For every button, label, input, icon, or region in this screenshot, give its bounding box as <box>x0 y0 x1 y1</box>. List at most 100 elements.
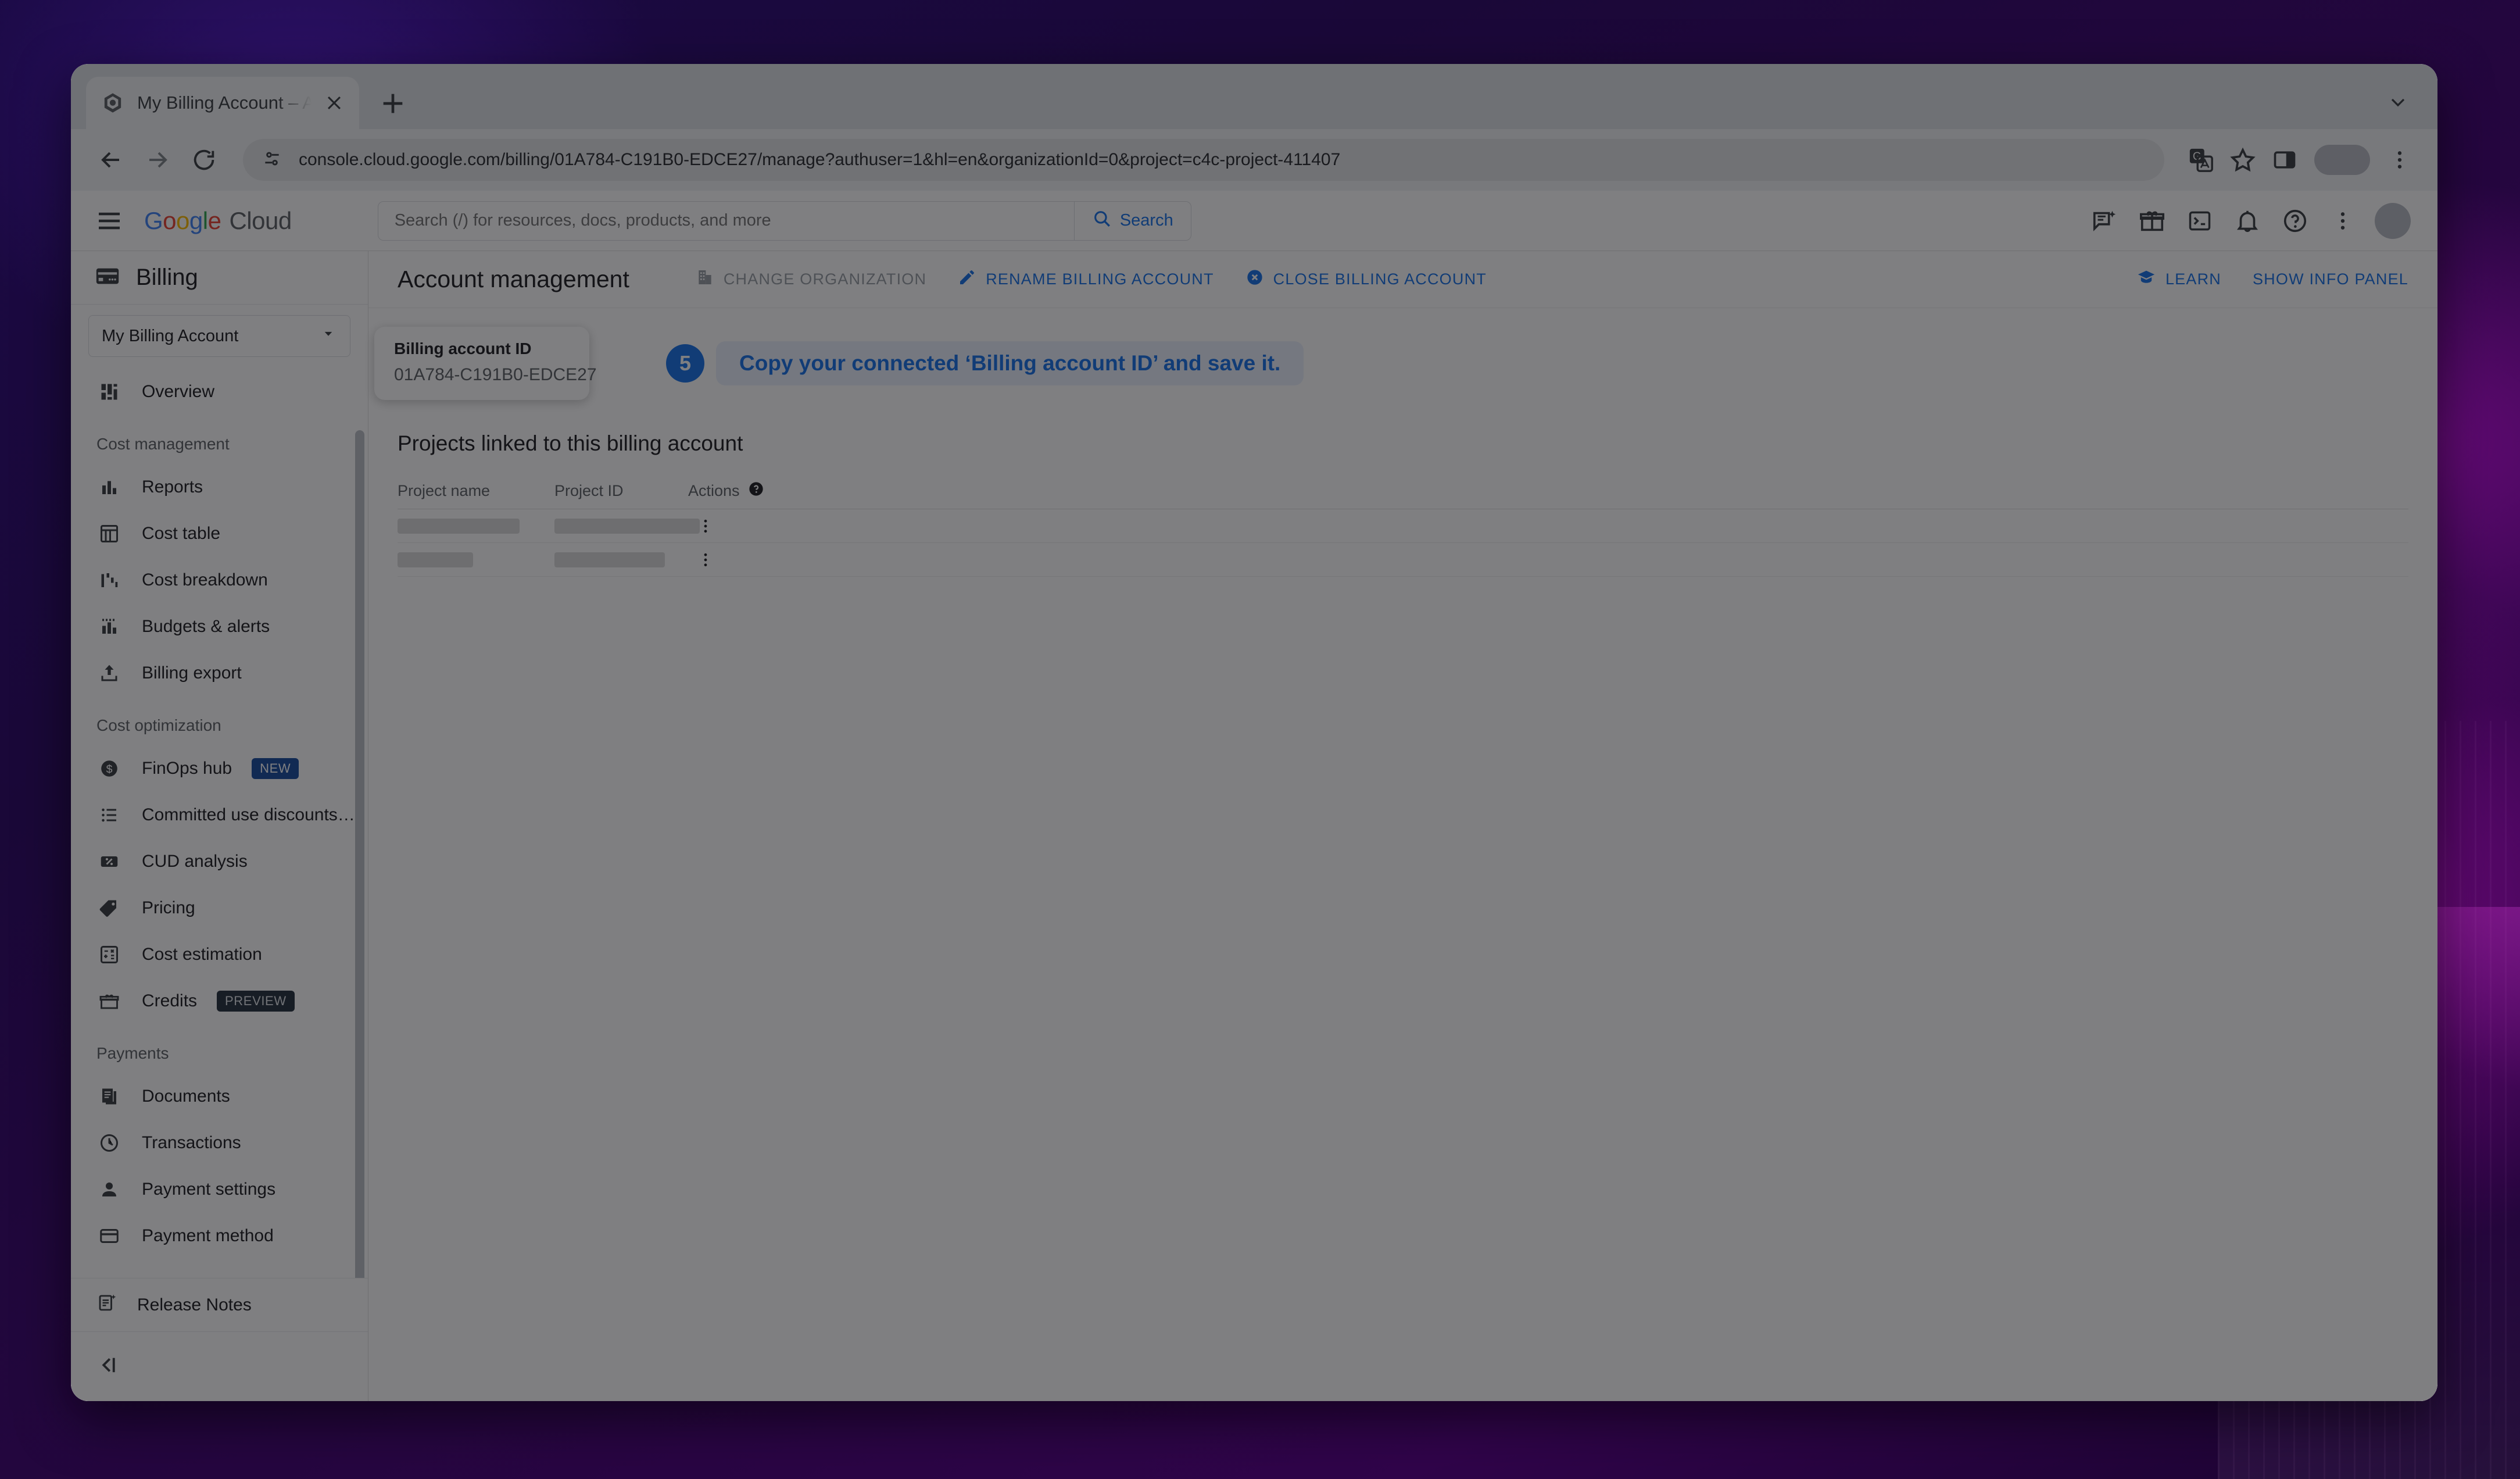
sidebar-item-documents[interactable]: Documents <box>71 1073 368 1120</box>
translate-icon[interactable]: G <box>2183 142 2219 178</box>
logo-letter-o1: o <box>163 206 177 234</box>
tag-icon <box>96 895 122 921</box>
status-badge-preview: PREVIEW <box>217 991 295 1012</box>
status-badge-new: NEW <box>252 758 299 779</box>
billing-account-select[interactable]: My Billing Account <box>88 315 350 357</box>
main-toolbar: Account management CHANGE ORGANIZATION R… <box>368 251 2437 308</box>
sidebar-item-cud-analysis[interactable]: CUD analysis <box>71 838 368 885</box>
rename-billing-account-button[interactable]: RENAME BILLING ACCOUNT <box>958 268 1214 291</box>
page-title: Account management <box>398 266 629 292</box>
waterfall-chart-icon <box>96 567 122 593</box>
table-row[interactable] <box>398 509 2408 543</box>
hamburger-icon[interactable] <box>91 202 128 240</box>
plus-icon[interactable] <box>377 87 409 120</box>
gift-icon <box>96 988 122 1014</box>
learn-button[interactable]: LEARN <box>2136 267 2221 291</box>
gemini-chat-icon[interactable] <box>2089 205 2120 237</box>
main-content: Account management CHANGE ORGANIZATION R… <box>368 251 2437 1401</box>
gift-icon[interactable] <box>2136 205 2168 237</box>
sidebar-item-overview[interactable]: Overview <box>71 369 368 415</box>
gcp-console: Google Cloud Search (/) for resources, d… <box>71 191 2437 1401</box>
collapse-panel-icon[interactable] <box>96 1353 121 1380</box>
avatar[interactable] <box>2375 202 2411 239</box>
billing-card-icon <box>94 263 121 292</box>
help-icon[interactable] <box>2279 205 2311 237</box>
browser-tab[interactable]: My Billing Account – Account <box>86 77 359 129</box>
notifications-bell-icon[interactable] <box>2232 205 2263 237</box>
sidebar-item-label: Cost breakdown <box>142 570 268 590</box>
sidebar-item-label: Overview <box>142 382 215 401</box>
sidebar-item-reports[interactable]: Reports <box>71 464 368 510</box>
redacted-value <box>554 552 665 567</box>
change-organization-button[interactable]: CHANGE ORGANIZATION <box>696 268 926 291</box>
graduation-cap-icon <box>2136 267 2156 291</box>
sidebar-item-budgets-alerts[interactable]: Budgets & alerts <box>71 603 368 650</box>
sidebar-item-label: FinOps hub <box>142 759 232 778</box>
browser-toolbar: console.cloud.google.com/billing/01A784-… <box>71 129 2437 191</box>
address-bar-url[interactable]: console.cloud.google.com/billing/01A784-… <box>299 150 1340 170</box>
column-header-project-id: Project ID <box>554 482 624 499</box>
sidebar-group-payments: Payments <box>96 1044 169 1062</box>
sidebar-item-label: Billing export <box>142 663 242 683</box>
google-cloud-logo[interactable]: Google Cloud <box>144 207 292 235</box>
logo-letter-o2: o <box>176 206 189 234</box>
side-panel-icon[interactable] <box>2267 142 2303 178</box>
billing-account-select-value: My Billing Account <box>102 326 239 345</box>
omnibox[interactable]: console.cloud.google.com/billing/01A784-… <box>243 139 2164 181</box>
arrow-right-icon[interactable] <box>137 140 178 180</box>
row-actions-menu[interactable] <box>688 517 723 535</box>
search-button[interactable]: Search <box>1073 201 1191 240</box>
chevron-down-icon <box>320 325 337 347</box>
help-icon[interactable] <box>748 481 764 501</box>
sidebar-item-credits[interactable]: Credits PREVIEW <box>71 978 368 1024</box>
star-icon[interactable] <box>2225 142 2261 178</box>
reload-icon[interactable] <box>184 140 224 180</box>
project-id-cell <box>554 518 700 534</box>
sidebar-group-cost-optimization: Cost optimization <box>96 716 221 734</box>
close-icon[interactable] <box>324 93 344 113</box>
kebab-menu-icon[interactable] <box>2327 205 2358 237</box>
billing-account-id-value[interactable]: 01A784-C191B0-EDCE27 <box>394 365 597 385</box>
arrow-left-icon[interactable] <box>91 140 131 180</box>
sidebar-item-label: Payment method <box>142 1226 274 1245</box>
projects-table: Project name Project ID Actions <box>398 473 2408 577</box>
sidebar-item-cost-estimation[interactable]: Cost estimation <box>71 931 368 978</box>
sidebar-item-label: Pricing <box>142 898 195 917</box>
sidebar-item-cost-table[interactable]: Cost table <box>71 510 368 557</box>
kebab-menu-icon[interactable] <box>2382 142 2418 178</box>
sidebar-item-label: Cost estimation <box>142 945 262 964</box>
sidebar-item-label: Documents <box>142 1087 230 1106</box>
change-organization-label: CHANGE ORGANIZATION <box>723 270 927 288</box>
column-header-actions: Actions <box>688 481 764 501</box>
row-actions-menu[interactable] <box>688 551 723 569</box>
profile-avatar[interactable] <box>2314 145 2370 175</box>
sidebar-item-release-notes[interactable]: Release Notes <box>71 1278 368 1331</box>
gcp-search-bar[interactable]: Search <box>377 201 1191 241</box>
step-number-badge: 5 <box>666 344 704 383</box>
sidebar-product-header: Billing <box>71 251 368 305</box>
cloud-shell-icon[interactable] <box>2184 205 2215 237</box>
learn-label: LEARN <box>2165 270 2221 288</box>
sidebar-item-committed-use-discounts[interactable]: Committed use discounts… <box>71 792 368 838</box>
show-info-panel-button[interactable]: SHOW INFO PANEL <box>2253 270 2408 288</box>
browser-tab-strip: My Billing Account – Account <box>71 64 2437 129</box>
close-billing-account-button[interactable]: CLOSE BILLING ACCOUNT <box>1245 268 1487 291</box>
sidebar-item-cost-breakdown[interactable]: Cost breakdown <box>71 557 368 603</box>
credit-card-icon <box>96 1223 122 1249</box>
sidebar-item-finops-hub[interactable]: $ FinOps hub NEW <box>71 745 368 792</box>
table-row[interactable] <box>398 543 2408 577</box>
sidebar-item-transactions[interactable]: Transactions <box>71 1120 368 1166</box>
sidebar-item-pricing[interactable]: Pricing <box>71 885 368 931</box>
search-input[interactable] <box>378 211 1074 230</box>
sidebar-item-payment-method[interactable]: Payment method <box>71 1213 368 1259</box>
sidebar-item-billing-export[interactable]: Billing export <box>71 650 368 696</box>
billing-account-id-card[interactable]: Billing account ID 01A784-C191B0-EDCE27 <box>374 327 597 400</box>
logo-letter-g: g <box>189 206 203 234</box>
clock-icon <box>96 1130 122 1156</box>
column-header-project-name: Project name <box>398 482 491 499</box>
chevron-down-icon[interactable] <box>2386 91 2410 114</box>
site-settings-icon[interactable] <box>260 147 284 173</box>
sidebar-item-label: Payment settings <box>142 1180 276 1199</box>
sidebar-item-payment-settings[interactable]: Payment settings <box>71 1166 368 1213</box>
sidebar: Billing My Billing Account Overview Cost… <box>71 251 368 1401</box>
